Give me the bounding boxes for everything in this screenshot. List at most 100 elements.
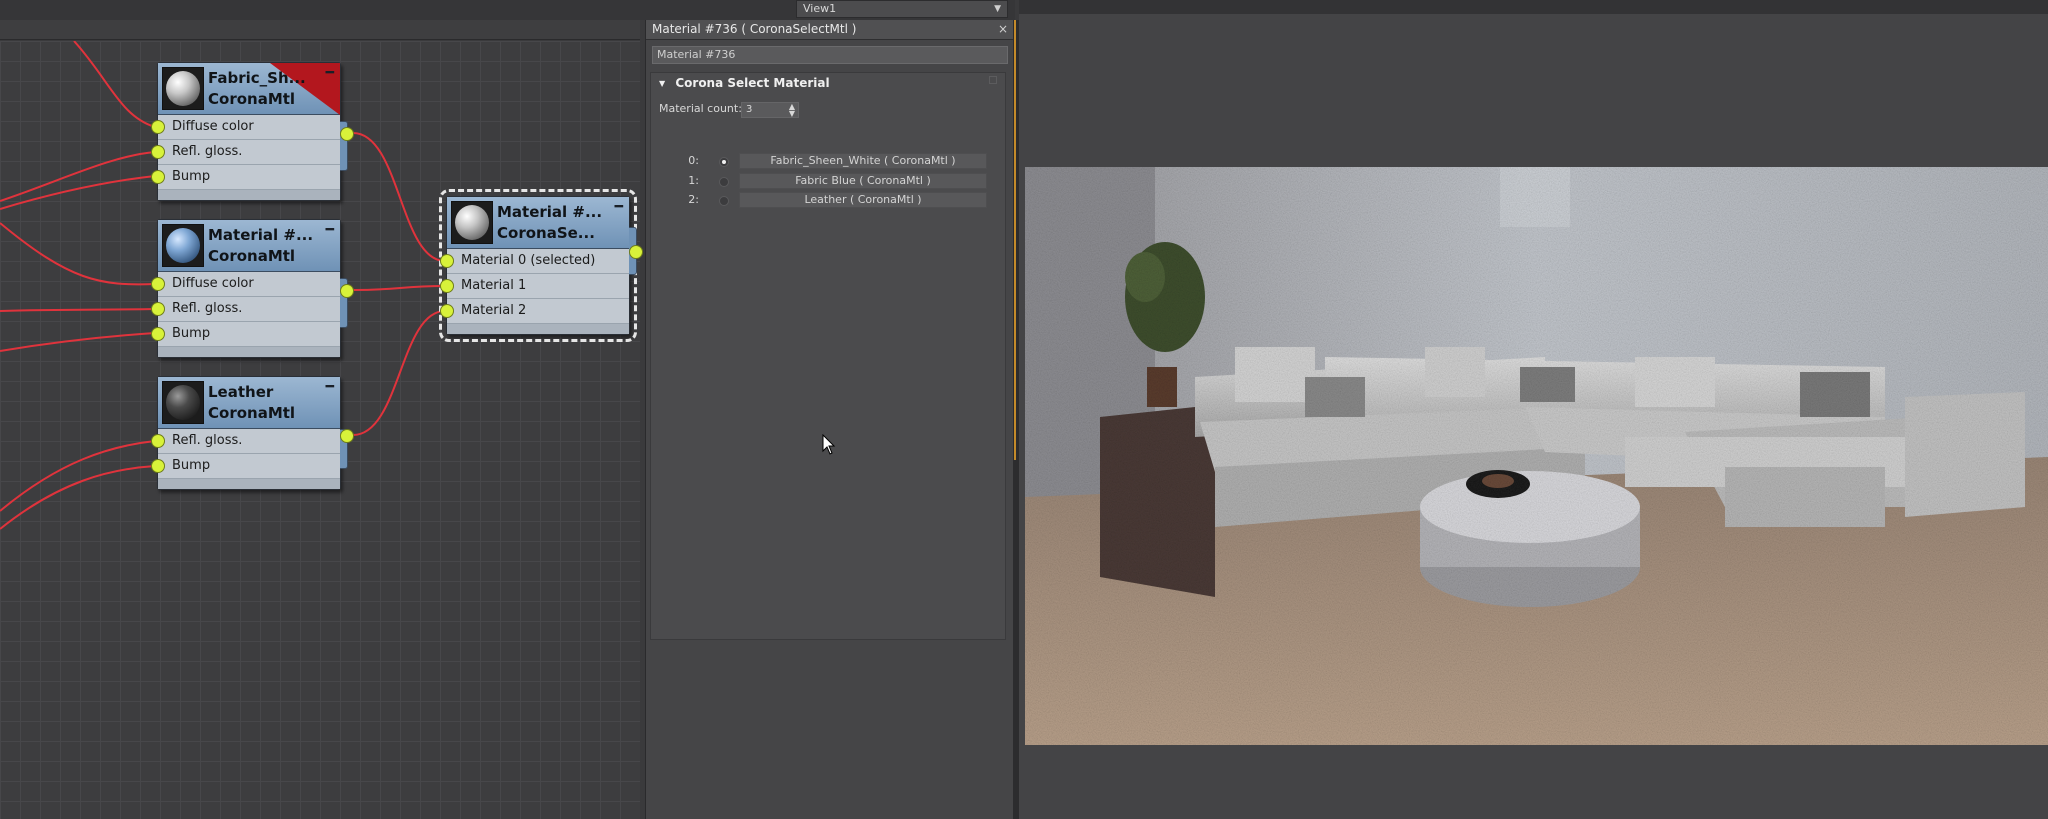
viewport-dropdown[interactable]: View1 ▼	[796, 0, 1008, 18]
node-editor-tabbar	[0, 20, 640, 40]
material-thumbnail	[451, 201, 493, 244]
material-slot-button[interactable]: Fabric_Sheen_White ( CoronaMtl )	[739, 153, 987, 169]
node-title: Fabric_Sh...	[208, 69, 306, 87]
triangle-down-icon: ▼	[659, 79, 666, 88]
close-icon[interactable]: ×	[998, 20, 1008, 39]
material-thumbnail	[162, 224, 204, 267]
node-header[interactable]: Leather CoronaMtl ━	[158, 377, 340, 429]
render-viewport[interactable]	[1019, 14, 2048, 819]
material-slot-button[interactable]: Fabric Blue ( CoronaMtl )	[739, 173, 987, 189]
node-header[interactable]: Material #... CoronaMtl ━	[158, 220, 340, 272]
output-socket[interactable]	[340, 429, 354, 443]
rollout-pin-icon[interactable]	[989, 76, 997, 84]
input-slot[interactable]: Material 0 (selected)	[440, 249, 629, 274]
material-slot-radio[interactable]	[719, 157, 729, 167]
input-socket[interactable]	[151, 459, 165, 473]
material-count-value: 3	[746, 104, 753, 115]
top-strip: View1 ▼	[0, 0, 1015, 20]
collapse-icon[interactable]: ━	[326, 65, 334, 81]
material-count-spinner[interactable]: 3 ▲ ▼	[741, 102, 799, 118]
material-thumbnail	[162, 381, 204, 424]
input-socket[interactable]	[151, 277, 165, 291]
node-graph[interactable]: Fabric_Sh... CoronaMtl ━ Diffuse color R…	[0, 41, 643, 819]
material-slot-index: 0:	[688, 154, 699, 167]
wire	[0, 151, 156, 202]
input-label: Material 0 (selected)	[461, 253, 596, 268]
node-fabric-sheen[interactable]: Fabric_Sh... CoronaMtl ━ Diffuse color R…	[151, 62, 354, 201]
node-subtitle: CoronaMtl	[208, 247, 296, 265]
parameter-panel: Material #736 ( CoronaSelectMtl ) × Mate…	[645, 20, 1014, 819]
output-socket[interactable]	[629, 245, 643, 259]
input-slot[interactable]: Bump	[151, 454, 340, 479]
output-socket[interactable]	[340, 127, 354, 141]
wire	[352, 132, 446, 262]
collapse-icon[interactable]: ━	[326, 222, 334, 238]
collapse-icon[interactable]: ━	[326, 379, 334, 395]
node-material-blue[interactable]: Material #... CoronaMtl ━ Diffuse color …	[151, 219, 354, 358]
material-thumbnail	[162, 67, 204, 110]
rollout-header[interactable]: ▼ Corona Select Material	[651, 73, 1005, 93]
input-label: Material 1	[461, 278, 527, 293]
wire	[0, 222, 156, 286]
material-slot-radio[interactable]	[719, 196, 729, 206]
input-socket[interactable]	[151, 145, 165, 159]
collapse-icon[interactable]: ━	[615, 199, 623, 215]
input-slot[interactable]: Bump	[151, 322, 340, 347]
input-label: Refl. gloss.	[172, 433, 243, 448]
input-label: Bump	[172, 326, 211, 341]
input-slot[interactable]: Bump	[151, 165, 340, 190]
node-title: Material #...	[208, 226, 314, 244]
node-header[interactable]: Fabric_Sh... CoronaMtl ━	[158, 63, 340, 115]
input-socket[interactable]	[151, 120, 165, 134]
wire	[0, 440, 156, 512]
input-label: Refl. gloss.	[172, 144, 243, 159]
node-leather[interactable]: Leather CoronaMtl ━ Refl. gloss. Bump	[151, 376, 354, 490]
material-slot-row: 0: Fabric_Sheen_White ( CoronaMtl )	[651, 153, 1007, 171]
active-viewport-marker	[1014, 20, 1016, 460]
wire	[352, 285, 446, 291]
node-title: Material #...	[497, 203, 603, 221]
input-socket[interactable]	[440, 254, 454, 268]
material-name-field[interactable]: Material #736	[652, 46, 1008, 64]
input-slot[interactable]: Material 2	[440, 299, 629, 324]
material-count-label: Material count:	[659, 102, 742, 115]
node-subtitle: CoronaMtl	[208, 90, 296, 108]
panel-titlebar: Material #736 ( CoronaSelectMtl ) ×	[646, 20, 1014, 40]
input-socket[interactable]	[440, 304, 454, 318]
input-slot[interactable]: Material 1	[440, 274, 629, 299]
rollout-corona-select-material: ▼ Corona Select Material Material count:…	[650, 72, 1006, 640]
material-slot-radio[interactable]	[719, 177, 729, 187]
input-socket[interactable]	[440, 279, 454, 293]
chevron-down-icon: ▼	[994, 4, 1001, 14]
mouse-cursor-icon	[822, 434, 836, 455]
input-socket[interactable]	[151, 327, 165, 341]
input-label: Bump	[172, 458, 211, 473]
wire	[352, 310, 446, 436]
render-preview	[1025, 167, 2048, 745]
material-slot-button[interactable]: Leather ( CoronaMtl )	[739, 192, 987, 208]
wire	[0, 465, 156, 530]
input-socket[interactable]	[151, 434, 165, 448]
spinner-arrows-icon[interactable]: ▲ ▼	[789, 103, 795, 118]
viewport-dropdown-label: View1	[803, 2, 837, 15]
wire	[0, 332, 156, 352]
output-socket[interactable]	[340, 284, 354, 298]
panel-title: Material #736 ( CoronaSelectMtl )	[652, 22, 857, 36]
input-slot[interactable]: Refl. gloss.	[151, 140, 340, 165]
wire	[73, 41, 156, 128]
rollout-title: Corona Select Material	[675, 76, 830, 90]
input-slot[interactable]: Refl. gloss.	[151, 297, 340, 322]
node-subtitle: CoronaMtl	[208, 404, 296, 422]
input-slot[interactable]: Diffuse color	[151, 272, 340, 297]
input-socket[interactable]	[151, 302, 165, 316]
node-corona-select[interactable]: Material #... CoronaSe... ━ Material 0 (…	[439, 189, 643, 342]
node-title: Leather	[208, 383, 274, 401]
input-slot[interactable]: Diffuse color	[151, 115, 340, 140]
input-socket[interactable]	[151, 170, 165, 184]
input-slot[interactable]: Refl. gloss.	[151, 429, 340, 454]
material-slot-row: 1: Fabric Blue ( CoronaMtl )	[651, 173, 1007, 191]
input-label: Diffuse color	[172, 276, 254, 291]
input-label: Material 2	[461, 303, 527, 318]
node-header[interactable]: Material #... CoronaSe... ━	[447, 197, 629, 249]
material-slot-index: 2:	[688, 193, 699, 206]
